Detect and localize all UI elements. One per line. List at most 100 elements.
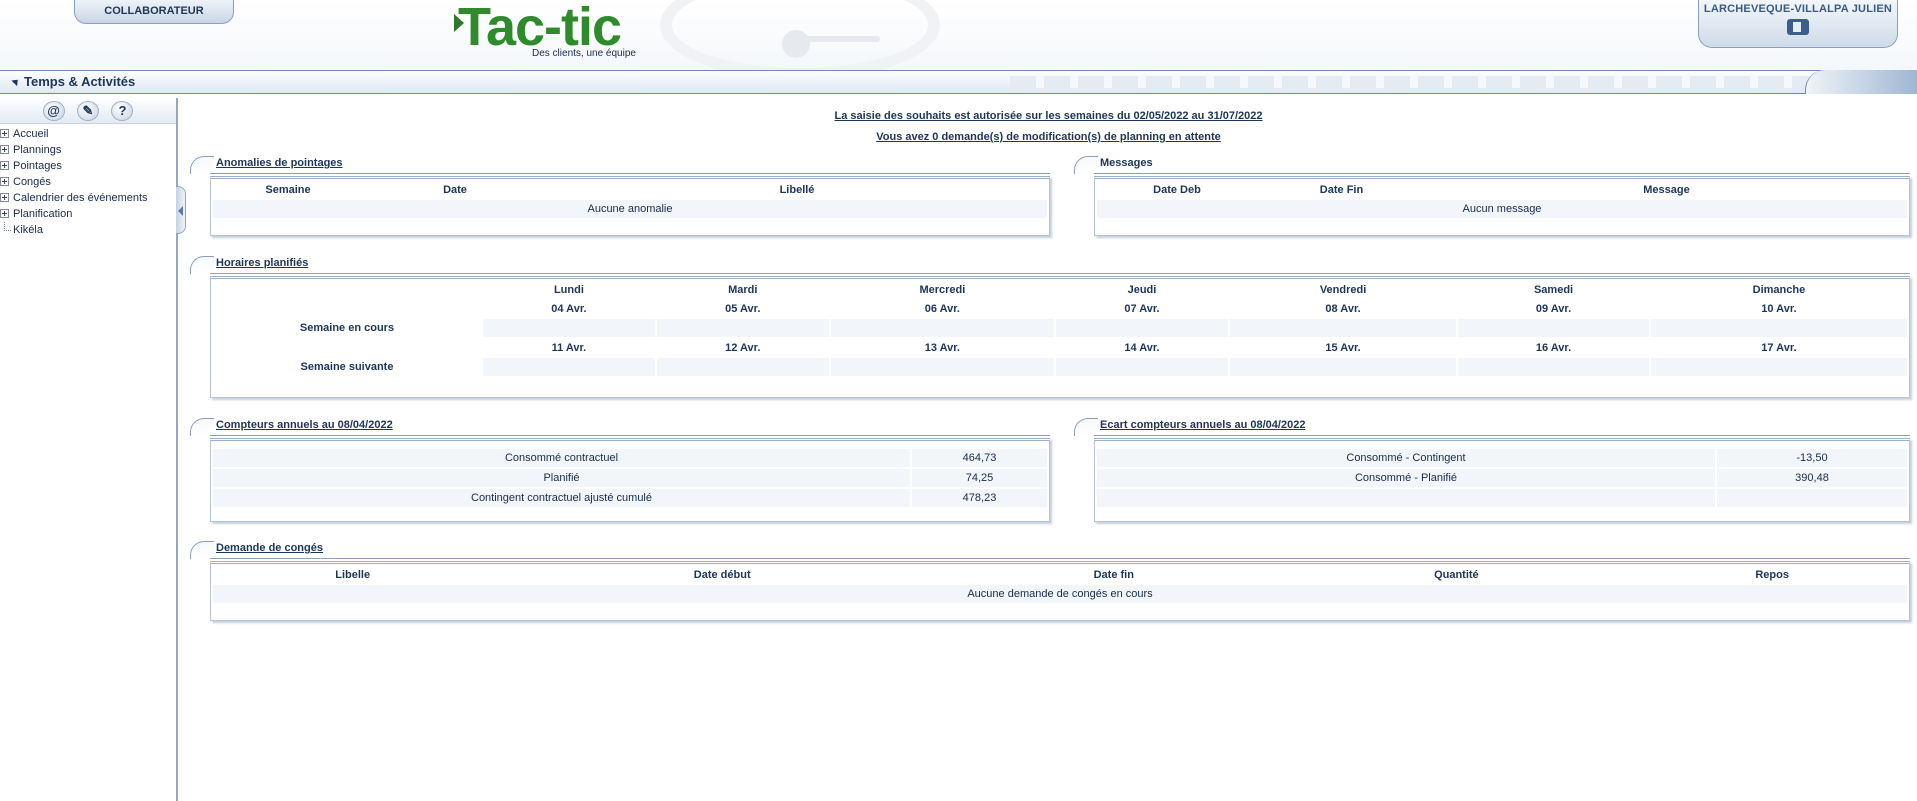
date-header: 06 Avr.: [924, 302, 960, 315]
logout-icon[interactable]: [1787, 19, 1809, 35]
expand-icon[interactable]: [0, 161, 9, 170]
sidebar-item-plannings[interactable]: Plannings: [0, 142, 176, 158]
date-header: 13 Avr.: [924, 341, 960, 354]
schedule-cell[interactable]: [1650, 319, 1907, 337]
user-box: LARCHEVEQUE-VILLALPA JULIEN: [1698, 0, 1898, 48]
counter-label: Planifié: [213, 469, 910, 487]
week-label: Semaine en cours: [299, 322, 395, 334]
schedule-cell[interactable]: [483, 319, 655, 337]
day-header: Mardi: [728, 283, 758, 296]
sidebar-item-conges[interactable]: Congés: [0, 174, 176, 190]
demandes-notice-link[interactable]: Vous avez 0 demande(s) de modification(s…: [180, 131, 1917, 143]
date-header: 10 Avr.: [1761, 302, 1797, 315]
expand-icon[interactable]: [0, 193, 9, 202]
day-header: Jeudi: [1127, 283, 1157, 296]
column-header: Date Deb: [1153, 183, 1201, 196]
column-header: Repos: [1755, 568, 1789, 581]
schedule-cell[interactable]: [1229, 319, 1457, 337]
sidebar-toolbar: @ ✎ ?: [0, 98, 176, 124]
ecart-table: Consommé - Contingent -13,50 Consommé - …: [1095, 447, 1909, 509]
user-name: LARCHEVEQUE-VILLALPA JULIEN: [1703, 3, 1893, 15]
table-row: Contingent contractuel ajusté cumulé 478…: [213, 489, 1047, 507]
sidebar-item-planification[interactable]: Planification: [0, 206, 176, 222]
column-header: Date début: [693, 568, 751, 581]
schedule-cell[interactable]: [830, 319, 1055, 337]
day-header: Dimanche: [1752, 283, 1806, 296]
schedule-cell[interactable]: [1458, 319, 1649, 337]
horaires-title[interactable]: Horaires planifiés: [216, 257, 308, 269]
horaires-table: Lundi Mardi Mercredi Jeudi Vendredi Same…: [211, 279, 1909, 378]
schedule-cell[interactable]: [1458, 358, 1649, 376]
table-row: Planifié 74,25: [213, 469, 1047, 487]
edit-icon[interactable]: ✎: [77, 101, 99, 121]
column-header: Libelle: [335, 568, 371, 581]
week-label: Semaine suivante: [300, 361, 394, 373]
date-header: 12 Avr.: [725, 341, 761, 354]
date-header: 17 Avr.: [1761, 341, 1797, 354]
column-header: Date: [443, 183, 467, 196]
date-header: 04 Avr.: [551, 302, 587, 315]
column-header: Libellé: [779, 183, 815, 196]
sidebar: @ ✎ ? Accueil Plannings Pointages Congés…: [0, 98, 178, 801]
expand-icon[interactable]: [0, 129, 9, 138]
column-header: Semaine: [265, 183, 311, 196]
ecart-panel: Ecart compteurs annuels au 08/04/2022 Co…: [1074, 418, 1910, 522]
date-header: 16 Avr.: [1535, 341, 1572, 354]
column-header: Message: [1643, 183, 1690, 196]
schedule-cell[interactable]: [483, 358, 655, 376]
sidebar-item-pointages[interactable]: Pointages: [0, 158, 176, 174]
messages-panel: Messages Date Deb Date Fin Message Aucun…: [1074, 156, 1910, 236]
conges-panel: Demande de congés Libelle Date début Dat…: [190, 541, 1910, 621]
navigation-tree: Accueil Plannings Pointages Congés Calen…: [0, 124, 176, 238]
schedule-cell[interactable]: [656, 319, 829, 337]
clock-center-graphic: [782, 30, 810, 58]
sidebar-collapse-handle[interactable]: [176, 186, 186, 234]
schedule-cell[interactable]: [1229, 358, 1457, 376]
collaborateur-tab[interactable]: COLLABORATEUR: [74, 0, 234, 24]
compteurs-table: Consommé contractuel 464,73 Planifié 74,…: [211, 447, 1049, 509]
day-header: Vendredi: [1319, 283, 1367, 296]
anomalies-panel: Anomalies de pointages Semaine Date Libe…: [190, 156, 1050, 236]
schedule-cell[interactable]: [830, 358, 1055, 376]
date-header: 09 Avr.: [1535, 302, 1572, 315]
counter-label: Consommé contractuel: [213, 449, 910, 467]
schedule-cell[interactable]: [1056, 319, 1228, 337]
schedule-cell[interactable]: [656, 358, 829, 376]
email-icon[interactable]: @: [42, 101, 65, 121]
app-header: COLLABORATEUR Tac-tic Des clients, une é…: [0, 0, 1917, 80]
date-header: 07 Avr.: [1124, 302, 1160, 315]
saisie-notice-link[interactable]: La saisie des souhaits est autorisée sur…: [180, 110, 1917, 122]
column-header: Quantité: [1434, 568, 1479, 581]
schedule-cell[interactable]: [1056, 358, 1228, 376]
tree-leaf-line: [4, 222, 11, 231]
schedule-cell[interactable]: [1650, 358, 1907, 376]
ecart-title[interactable]: Ecart compteurs annuels au 08/04/2022: [1100, 419, 1305, 431]
anomalies-title[interactable]: Anomalies de pointages: [216, 157, 343, 169]
expand-icon[interactable]: [0, 177, 9, 186]
table-row: [1097, 489, 1907, 507]
messages-table: Date Deb Date Fin Message Aucun message: [1095, 179, 1909, 220]
sidebar-item-label: Planification: [13, 208, 73, 220]
expand-icon[interactable]: [0, 145, 9, 154]
anomalies-table: Semaine Date Libellé Aucune anomalie: [211, 179, 1049, 220]
conges-title[interactable]: Demande de congés: [216, 542, 323, 554]
sidebar-item-kikela[interactable]: Kikéla: [0, 222, 176, 238]
date-header: 15 Avr.: [1325, 341, 1361, 354]
table-row: Consommé contractuel 464,73: [213, 449, 1047, 467]
sidebar-item-accueil[interactable]: Accueil: [0, 126, 176, 142]
sidebar-item-calendrier[interactable]: Calendrier des événements: [0, 190, 176, 206]
compteurs-title[interactable]: Compteurs annuels au 08/04/2022: [216, 419, 393, 431]
counter-value: 464,73: [912, 449, 1047, 467]
date-header: 11 Avr.: [551, 341, 587, 354]
table-row: Consommé - Contingent -13,50: [1097, 449, 1907, 467]
column-header: Date Fin: [1319, 183, 1364, 196]
expand-icon[interactable]: [0, 209, 9, 218]
conges-table: Libelle Date début Date fin Quantité Rep…: [211, 564, 1909, 605]
messages-title: Messages: [1100, 157, 1153, 169]
day-header: Mercredi: [919, 283, 966, 296]
table-row: Consommé - Planifié 390,48: [1097, 469, 1907, 487]
counter-value: 478,23: [912, 489, 1047, 507]
empty-message: Aucune anomalie: [213, 200, 1047, 218]
help-icon[interactable]: ?: [111, 101, 134, 121]
sidebar-item-label: Plannings: [13, 144, 62, 156]
